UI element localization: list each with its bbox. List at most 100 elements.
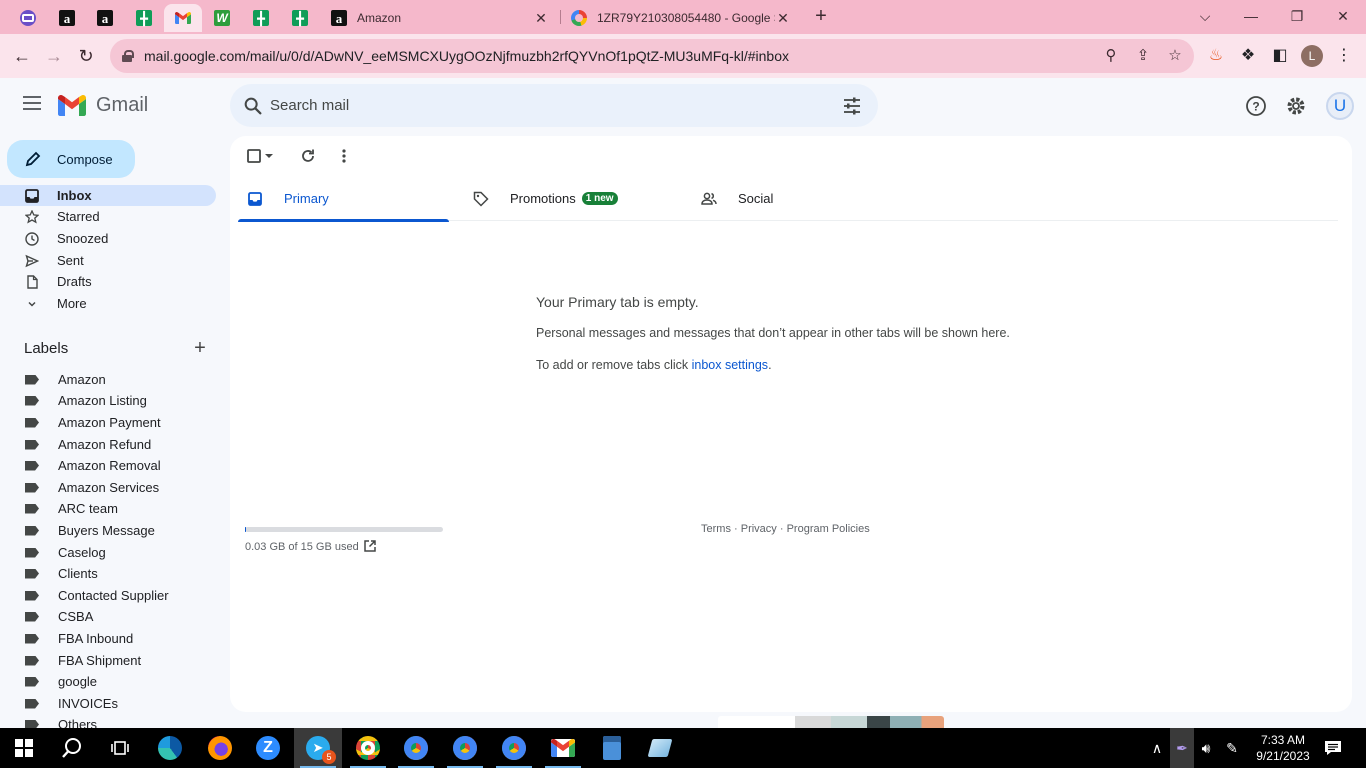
label-item[interactable]: ARC team bbox=[0, 498, 216, 519]
taskbar-calculator[interactable] bbox=[588, 728, 636, 768]
tab-label: Primary bbox=[284, 191, 329, 206]
zoom-icon[interactable]: ⚲ bbox=[1102, 47, 1120, 65]
tab-primary[interactable]: Primary bbox=[238, 176, 449, 222]
extension-fire-icon[interactable]: ♨ bbox=[1205, 45, 1227, 67]
pinned-tab-amazon-2[interactable]: a bbox=[86, 4, 124, 32]
search-options-icon[interactable] bbox=[842, 96, 862, 116]
label-item[interactable]: FBA Inbound bbox=[0, 628, 216, 649]
taskbar-firefox[interactable] bbox=[196, 728, 244, 768]
compose-button[interactable]: Compose bbox=[7, 140, 135, 178]
nav-item-more[interactable]: More bbox=[0, 293, 216, 314]
star-icon bbox=[24, 209, 40, 225]
search-icon[interactable] bbox=[242, 95, 264, 117]
label-item[interactable]: Buyers Message bbox=[0, 520, 216, 541]
label-item[interactable]: Caselog bbox=[0, 542, 216, 563]
browser-menu-icon[interactable]: ⋮ bbox=[1333, 45, 1355, 67]
close-window-button[interactable]: ✕ bbox=[1320, 4, 1366, 28]
pinned-tab-gmail[interactable] bbox=[164, 4, 202, 32]
tab-amazon[interactable]: a Amazon ✕ bbox=[321, 4, 559, 32]
refresh-icon[interactable] bbox=[298, 146, 318, 166]
nav-item-inbox[interactable]: Inbox bbox=[0, 185, 216, 206]
system-clock[interactable]: 7:33 AM 9/21/2023 bbox=[1248, 732, 1318, 764]
search-bar[interactable] bbox=[230, 84, 878, 127]
more-options-icon[interactable] bbox=[334, 146, 354, 166]
tab-promotions[interactable]: Promotions 1 new bbox=[464, 176, 675, 221]
taskbar-zoom[interactable]: Z bbox=[244, 728, 292, 768]
label-item[interactable]: Amazon Removal bbox=[0, 455, 216, 476]
pinned-tab-sheets-2[interactable]: ╋ bbox=[242, 4, 280, 32]
pinned-tab-sheets-3[interactable]: ╋ bbox=[281, 4, 319, 32]
pinned-tab-w[interactable]: W bbox=[203, 4, 241, 32]
side-panel-icon[interactable]: ◧ bbox=[1269, 45, 1291, 67]
extensions-puzzle-icon[interactable]: ❖ bbox=[1237, 45, 1259, 67]
help-icon[interactable]: ? bbox=[1245, 95, 1267, 117]
lock-icon[interactable] bbox=[122, 50, 134, 62]
close-icon[interactable]: ✕ bbox=[775, 10, 791, 27]
pinned-tab-amazon-1[interactable]: a bbox=[48, 4, 86, 32]
main-menu-icon[interactable] bbox=[20, 92, 44, 116]
restore-button[interactable]: ❐ bbox=[1274, 4, 1320, 28]
taskbar-chrome-4[interactable] bbox=[490, 728, 538, 768]
close-icon[interactable]: ✕ bbox=[533, 10, 549, 27]
volume-button[interactable]: 🔊︎ bbox=[1195, 728, 1217, 768]
nav-item-snoozed[interactable]: Snoozed bbox=[0, 228, 216, 249]
label-item[interactable]: INVOICEs bbox=[0, 693, 216, 714]
pinned-tab-messaging[interactable] bbox=[9, 4, 47, 32]
label-item[interactable]: Amazon Services bbox=[0, 477, 216, 498]
label-item[interactable]: CSBA bbox=[0, 606, 216, 627]
select-checkbox-icon[interactable] bbox=[244, 146, 264, 166]
open-in-new-icon[interactable] bbox=[363, 539, 377, 553]
label-item[interactable]: Amazon bbox=[0, 369, 216, 390]
tab-search-button[interactable]: ⌵ bbox=[1182, 4, 1228, 28]
taskbar-chrome-2[interactable] bbox=[392, 728, 440, 768]
pen-workspace-button[interactable]: ✎ bbox=[1220, 728, 1244, 768]
gmail-logo[interactable]: Gmail bbox=[58, 94, 148, 117]
taskbar-telegram[interactable]: ➤ 5 bbox=[294, 728, 342, 768]
address-bar[interactable]: mail.google.com/mail/u/0/d/ADwNV_eeMSMCX… bbox=[110, 39, 1194, 73]
forward-button[interactable]: → bbox=[40, 42, 68, 70]
taskbar-edge[interactable] bbox=[146, 728, 194, 768]
tab-social[interactable]: Social bbox=[692, 176, 903, 221]
bookmark-star-icon[interactable]: ☆ bbox=[1166, 47, 1184, 65]
show-hidden-icons-button[interactable]: ∧ bbox=[1146, 728, 1168, 768]
tab-google-search[interactable]: 1ZR79Y210308054480 - Google S ✕ bbox=[561, 4, 801, 32]
url-text[interactable]: mail.google.com/mail/u/0/d/ADwNV_eeMSMCX… bbox=[144, 48, 789, 64]
pinned-tab-sheets-1[interactable]: ╋ bbox=[125, 4, 163, 32]
label-item[interactable]: google bbox=[0, 671, 216, 692]
label-item[interactable]: Contacted Supplier bbox=[0, 585, 216, 606]
nav-item-drafts[interactable]: Drafts bbox=[0, 271, 216, 292]
label-item[interactable]: FBA Shipment bbox=[0, 650, 216, 671]
select-dropdown-icon[interactable] bbox=[263, 146, 275, 166]
reload-button[interactable]: ↻ bbox=[72, 42, 100, 70]
label-item[interactable]: Clients bbox=[0, 563, 216, 584]
search-input[interactable] bbox=[270, 97, 810, 114]
program-policies-link[interactable]: Program Policies bbox=[787, 523, 870, 535]
share-icon[interactable]: ⇪ bbox=[1134, 47, 1152, 65]
privacy-link[interactable]: Privacy bbox=[741, 523, 777, 535]
settings-gear-icon[interactable] bbox=[1285, 95, 1307, 117]
minimize-button[interactable]: — bbox=[1228, 4, 1274, 28]
inbox-settings-link[interactable]: inbox settings bbox=[692, 358, 768, 372]
new-tab-button[interactable]: + bbox=[810, 6, 832, 28]
start-button[interactable] bbox=[0, 728, 48, 768]
add-label-button[interactable]: + bbox=[190, 338, 210, 358]
notifications-button[interactable] bbox=[1320, 728, 1346, 768]
label-name: Amazon Payment bbox=[58, 415, 161, 430]
taskbar-notes-app[interactable] bbox=[636, 728, 684, 768]
terms-link[interactable]: Terms bbox=[701, 523, 731, 535]
task-view-button[interactable] bbox=[96, 728, 144, 768]
taskbar-gmail-app[interactable] bbox=[539, 728, 587, 768]
taskbar-chrome-1[interactable] bbox=[344, 728, 392, 768]
label-item[interactable]: Amazon Payment bbox=[0, 412, 216, 433]
taskbar-search-button[interactable] bbox=[48, 728, 96, 768]
label-item[interactable]: Amazon Listing bbox=[0, 390, 216, 411]
nav-item-sent[interactable]: Sent bbox=[0, 250, 216, 271]
label-name: Amazon Removal bbox=[58, 458, 161, 473]
tray-pen-app[interactable]: ✒ bbox=[1170, 728, 1194, 768]
profile-avatar[interactable]: L bbox=[1301, 45, 1323, 67]
label-item[interactable]: Amazon Refund bbox=[0, 434, 216, 455]
back-button[interactable]: ← bbox=[8, 42, 36, 70]
taskbar-chrome-3[interactable] bbox=[441, 728, 489, 768]
account-avatar[interactable]: U bbox=[1326, 92, 1354, 120]
nav-item-starred[interactable]: Starred bbox=[0, 206, 216, 227]
